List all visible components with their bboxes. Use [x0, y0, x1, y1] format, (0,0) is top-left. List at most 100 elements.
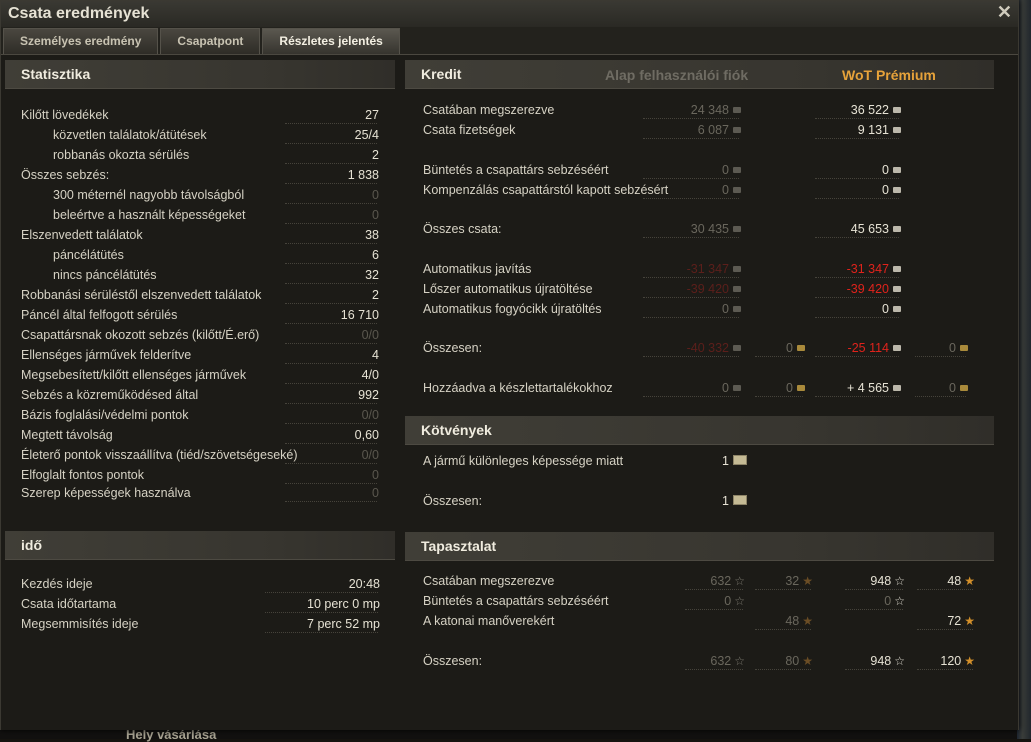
credit-premium-value: 36 522 — [791, 103, 901, 117]
credit-basic-value: -31 347 — [631, 262, 741, 276]
credit-basic-value-dots — [643, 197, 739, 199]
credit-coin-icon — [893, 226, 901, 232]
credit-row: Összesen: -40 332 0 -25 114 0 — [405, 339, 994, 358]
credit-row: Csata fizetségek 6 087 9 131 — [405, 121, 994, 140]
credit-premium-value-dots — [815, 117, 899, 119]
stat-value-text: 16 710 — [340, 308, 379, 322]
credit-row: Összes csata: 30 435 45 653 — [405, 220, 994, 239]
stat-value: 0 — [289, 188, 379, 202]
stat-value-text: 0/0 — [361, 408, 379, 422]
xp-basic-value-text: 0 — [724, 594, 732, 608]
xp-premium-value-dots — [845, 668, 903, 670]
xp-star-icon: ☆ — [734, 574, 745, 588]
stat-value-dots — [285, 222, 377, 224]
stat-row: beleértve a használt képességeket 0 — [5, 206, 395, 225]
experience-heading: Tapasztalat — [421, 538, 497, 554]
stat-value-text: 27 — [365, 108, 379, 122]
credit-coin-icon — [733, 226, 741, 232]
stat-value: 0/0 — [289, 408, 379, 422]
bond-icon — [733, 495, 747, 505]
free-xp-basic-value-text: 80 — [785, 654, 800, 668]
free-xp-premium-value: 120 ★ — [915, 654, 975, 668]
credit-basic-value-dots — [643, 177, 739, 179]
credit-premium-value-text: 9 131 — [857, 123, 889, 137]
stat-label: Összes sebzés: — [21, 168, 110, 182]
stat-row: Megtett távolság 0,60 — [5, 426, 395, 445]
time-value-text: 7 perc 52 mp — [307, 617, 380, 631]
free-xp-basic-value: 32 ★ — [753, 574, 813, 588]
stat-row: páncélátütés 6 — [5, 246, 395, 265]
close-icon[interactable]: ✕ — [997, 2, 1012, 23]
stat-value-text: 1 838 — [347, 168, 379, 182]
credit-coin-icon — [893, 306, 901, 312]
stat-row: Megsebesített/kilőtt ellenséges járművek… — [5, 366, 395, 385]
bonds-header: Kötvények — [405, 416, 994, 445]
stat-row: nincs páncélátütés 32 — [5, 266, 395, 285]
experience-row: Büntetés a csapattárs sebzéséért 0 ☆ 0 ☆ — [405, 592, 994, 611]
stat-label: nincs páncélátütés — [53, 268, 157, 282]
credit-premium-value: 45 653 — [791, 222, 901, 236]
credit-row: Automatikus javítás -31 347 -31 347 — [405, 260, 994, 279]
stat-value-dots — [285, 322, 377, 324]
credit-premium-value-text: -31 347 — [846, 262, 889, 276]
stat-row: Sebzés a közreműködésed által 992 — [5, 386, 395, 405]
stat-label: Megsebesített/kilőtt ellenséges járművek — [21, 368, 247, 382]
credit-basic-value: 30 435 — [631, 222, 741, 236]
xp-basic-value-dots — [685, 668, 743, 670]
stat-value-dots — [285, 362, 377, 364]
stat-value-dots — [285, 182, 377, 184]
time-row: Megsemmisítés ideje 7 perc 52 mp — [5, 615, 395, 634]
free-xp-basic-value-dots — [755, 628, 811, 630]
time-value-dots — [265, 631, 378, 633]
credit-premium-value-dots — [815, 296, 899, 298]
credit-premium-value-text: 36 522 — [850, 103, 889, 117]
xp-premium-value-text: 948 — [870, 574, 892, 588]
experience-label: Csatában megszerezve — [423, 574, 555, 588]
gold-basic-value-dots — [755, 395, 803, 397]
premium-account-column-header: WoT Prémium — [842, 67, 936, 83]
stat-value-text: 38 — [365, 228, 379, 242]
stat-value: 0 — [289, 486, 379, 500]
stat-value-text: 0 — [372, 188, 379, 202]
stat-label: Kilőtt lövedékek — [21, 108, 109, 122]
stat-label: Szerep képességek használva — [21, 486, 191, 500]
stat-label: Elfoglalt fontos pontok — [21, 468, 144, 482]
time-value: 20:48 — [260, 577, 380, 591]
stat-row: közvetlen találatok/átütések 25/4 — [5, 126, 395, 145]
credit-basic-value-text: 6 087 — [697, 123, 729, 137]
credit-premium-value-dots — [815, 395, 899, 397]
credit-basic-value: 0 — [631, 302, 741, 316]
credit-basic-value: 0 — [631, 381, 741, 395]
credit-premium-value-text: 0 — [882, 302, 889, 316]
credit-premium-value-dots — [815, 177, 899, 179]
credit-premium-value: -25 114 — [791, 341, 901, 355]
credit-basic-value-text: -39 420 — [686, 282, 729, 296]
time-heading: idő — [21, 537, 42, 553]
stat-value: 16 710 — [289, 308, 379, 322]
credit-premium-value-text: 0 — [882, 183, 889, 197]
stat-value-dots — [285, 302, 377, 304]
credit-label: Automatikus fogyócikk újratöltés — [423, 302, 602, 316]
free-xp-star-icon: ★ — [802, 574, 813, 588]
credit-basic-value: -39 420 — [631, 282, 741, 296]
stat-label: Bázis foglalási/védelmi pontok — [21, 408, 189, 422]
credit-coin-icon — [733, 107, 741, 113]
tab-detailed-report[interactable]: Részletes jelentés — [262, 28, 400, 54]
tab-team-score[interactable]: Csapatpont — [160, 28, 261, 54]
stat-value: 38 — [289, 228, 379, 242]
xp-basic-value-dots — [685, 608, 743, 610]
stat-value: 1 838 — [289, 168, 379, 182]
credit-basic-value-text: 0 — [722, 183, 729, 197]
credit-header: Kredit Alap felhasználói fiók WoT Prémiu… — [405, 60, 994, 89]
credit-premium-value: -31 347 — [791, 262, 901, 276]
gold-premium-value-dots — [915, 355, 966, 357]
stat-value: 992 — [289, 388, 379, 402]
experience-panel: Tapasztalat Csatában megszerezve 632 ☆ 32 ★ 9… — [405, 532, 994, 672]
time-label: Csata időtartama — [21, 597, 117, 611]
stat-value-text: 4/0 — [361, 368, 379, 382]
credit-coin-icon — [733, 127, 741, 133]
credit-premium-value: 0 — [791, 302, 901, 316]
gold-premium-value-text: 0 — [949, 381, 956, 395]
tab-personal-results[interactable]: Személyes eredmény — [3, 28, 159, 54]
credit-row: Csatában megszerezve 24 348 36 522 — [405, 101, 994, 120]
